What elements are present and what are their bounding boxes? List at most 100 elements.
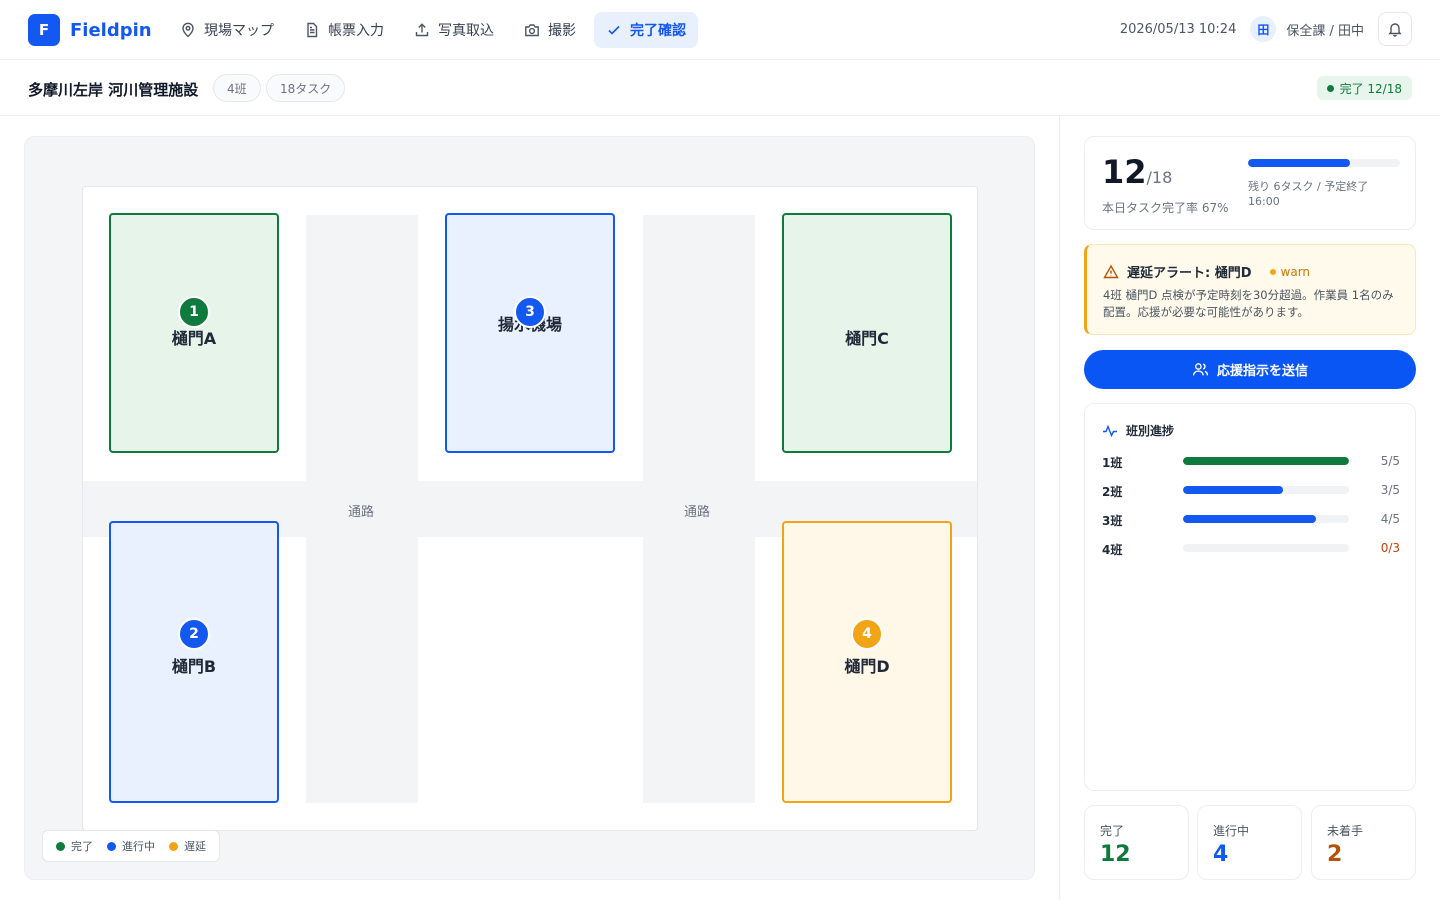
road-label: 通路	[348, 505, 375, 520]
activity-icon	[1103, 424, 1117, 437]
task-marker[interactable]: 1	[178, 296, 210, 328]
team-progress-title: 班別進捗	[1126, 424, 1175, 438]
progress-bar-fill	[1183, 486, 1283, 494]
task-marker[interactable]: 2	[178, 618, 210, 650]
legend-item-delayed: 遅延	[169, 838, 206, 854]
check-icon	[608, 25, 620, 35]
column-divider	[1059, 116, 1060, 900]
legend-dot	[56, 841, 65, 851]
completed-count: 12/18	[1102, 153, 1172, 191]
legend-item-in-progress: 進行中	[107, 838, 155, 854]
camera-icon	[525, 24, 539, 37]
team-name: 4班	[1102, 543, 1123, 557]
legend-label: 完了	[71, 840, 93, 853]
legend-dot	[107, 841, 116, 851]
avatar[interactable]: 田	[1250, 16, 1277, 42]
team-progress-value: 3/5	[1380, 483, 1400, 497]
current-datetime: 2026/05/13 10:24	[1119, 21, 1237, 37]
upload-icon	[415, 23, 429, 37]
main-nav: 現場マップ 帳票入力 写真取込 撮影 完了確認	[168, 12, 698, 48]
app-name: Fieldpin	[70, 19, 152, 41]
zone-sluice-c[interactable]: 樋門C	[782, 213, 952, 453]
task-marker[interactable]: 3	[514, 296, 546, 328]
team-name: 1班	[1102, 456, 1123, 470]
zone-sluice-d[interactable]: 樋門D 4	[782, 521, 952, 803]
team-row: 2班 3/5	[1102, 483, 1400, 499]
progress-bar-fill	[1248, 159, 1350, 167]
send-support-button[interactable]: 応援指示を送信	[1084, 350, 1416, 389]
severity-dot	[1269, 268, 1276, 275]
team-name: 3班	[1102, 514, 1123, 528]
zone-label: 樋門C	[845, 329, 889, 348]
zone-pump-station[interactable]: 揚水機場 3	[445, 213, 615, 453]
stat-label: 進行中	[1213, 824, 1250, 838]
notifications-button[interactable]	[1378, 12, 1412, 46]
site-map[interactable]: 通路 通路 樋門A 1 樋門B 2 揚水機場 3 樋門C 樋門D 4	[82, 186, 978, 831]
nav-label: 現場マップ	[204, 23, 274, 39]
team-progress-value: 4/5	[1380, 512, 1400, 526]
nav-label: 写真取込	[438, 23, 494, 39]
legend-label: 遅延	[184, 840, 206, 853]
alert-severity: warn	[1269, 264, 1311, 279]
document-icon	[307, 22, 318, 38]
nav-item-completion-check[interactable]: 完了確認	[594, 12, 698, 48]
map-pin-icon	[182, 22, 194, 38]
alert-title: 遅延アラート: 樋門D	[1127, 266, 1252, 281]
completed-value: 12	[1102, 153, 1147, 191]
zone-sluice-b[interactable]: 樋門B 2	[109, 521, 279, 803]
task-marker[interactable]: 4	[851, 618, 883, 650]
daily-progress-bar	[1248, 159, 1400, 167]
status-badge: 完了 12/18	[1316, 76, 1412, 100]
status-dot	[1326, 84, 1334, 92]
nav-item-site-map[interactable]: 現場マップ	[168, 12, 286, 48]
team-name: 2班	[1102, 485, 1123, 499]
warning-triangle-icon	[1103, 264, 1119, 278]
team-progress-value: 0/3	[1380, 541, 1400, 555]
severity-label: warn	[1280, 264, 1311, 279]
site-title: 多摩川左岸 河川管理施設	[28, 81, 199, 99]
top-navigation-bar: F Fieldpin 現場マップ 帳票入力 写真取込 撮影 完了確認 2026/…	[0, 0, 1440, 60]
app-logo: F	[28, 14, 60, 46]
stat-value: 2	[1327, 842, 1343, 867]
nav-label: 撮影	[548, 23, 576, 39]
legend-label: 進行中	[122, 840, 155, 853]
map-legend: 完了 進行中 遅延	[42, 830, 220, 862]
zone-sluice-a[interactable]: 樋門A 1	[109, 213, 279, 453]
alert-message: 4班 樋門D 点検が予定時刻を30分超過。作業員 1名のみ配置。応援が必要な可能…	[1103, 288, 1394, 319]
team-progress-bar	[1183, 457, 1349, 465]
daily-progress-card: 12/18 本日タスク完了率 67% 残り 6タスク / 予定終了 16:00	[1084, 136, 1416, 230]
site-header: 多摩川左岸 河川管理施設 4班 18タスク 完了 12/18	[0, 60, 1440, 116]
team-progress-bar	[1183, 515, 1349, 523]
stat-value: 12	[1100, 842, 1131, 867]
task-count-chip: 18タスク	[266, 74, 346, 102]
nav-label: 完了確認	[630, 23, 686, 39]
team-progress-card: 班別進捗 1班 5/5 2班 3/5 3班 4/5 4班 0/3	[1084, 403, 1416, 791]
team-progress-header: 班別進捗	[1102, 422, 1174, 439]
total-value: /18	[1146, 168, 1173, 187]
nav-item-photo-import[interactable]: 写真取込	[402, 12, 506, 48]
team-progress-value: 5/5	[1380, 454, 1400, 468]
zone-label: 樋門B	[171, 657, 217, 676]
team-row: 3班 4/5	[1102, 512, 1400, 528]
nav-item-capture[interactable]: 撮影	[512, 12, 588, 48]
legend-dot	[169, 841, 178, 851]
road-label: 通路	[684, 505, 711, 520]
bell-icon	[1388, 23, 1402, 37]
header-right: 2026/05/13 10:24 田 保全課 / 田中	[1120, 12, 1412, 46]
team-count-chip: 4班	[213, 74, 261, 102]
remaining-tasks: 残り 6タスク / 予定終了 16:00	[1248, 180, 1369, 208]
progress-bar-fill	[1183, 515, 1316, 523]
stat-label: 未着手	[1327, 824, 1364, 838]
completion-rate: 本日タスク完了率 67%	[1102, 201, 1229, 215]
site-map-panel: 通路 通路 樋門A 1 樋門B 2 揚水機場 3 樋門C 樋門D 4 完了 進	[24, 136, 1035, 880]
nav-item-form-input[interactable]: 帳票入力	[292, 12, 396, 48]
app-brand[interactable]: F Fieldpin	[28, 14, 152, 46]
user-name[interactable]: 保全課 / 田中	[1286, 20, 1364, 39]
stat-card-completed: 完了 12	[1084, 805, 1189, 880]
zone-label: 樋門A	[171, 329, 217, 348]
delay-alert: 遅延アラート: 樋門D warn 4班 樋門D 点検が予定時刻を30分超過。作業…	[1084, 244, 1416, 335]
team-progress-bar	[1183, 544, 1349, 552]
team-progress-bar	[1183, 486, 1349, 494]
send-support-label: 応援指示を送信	[1216, 364, 1308, 379]
stat-card-not-started: 未着手 2	[1311, 805, 1416, 880]
